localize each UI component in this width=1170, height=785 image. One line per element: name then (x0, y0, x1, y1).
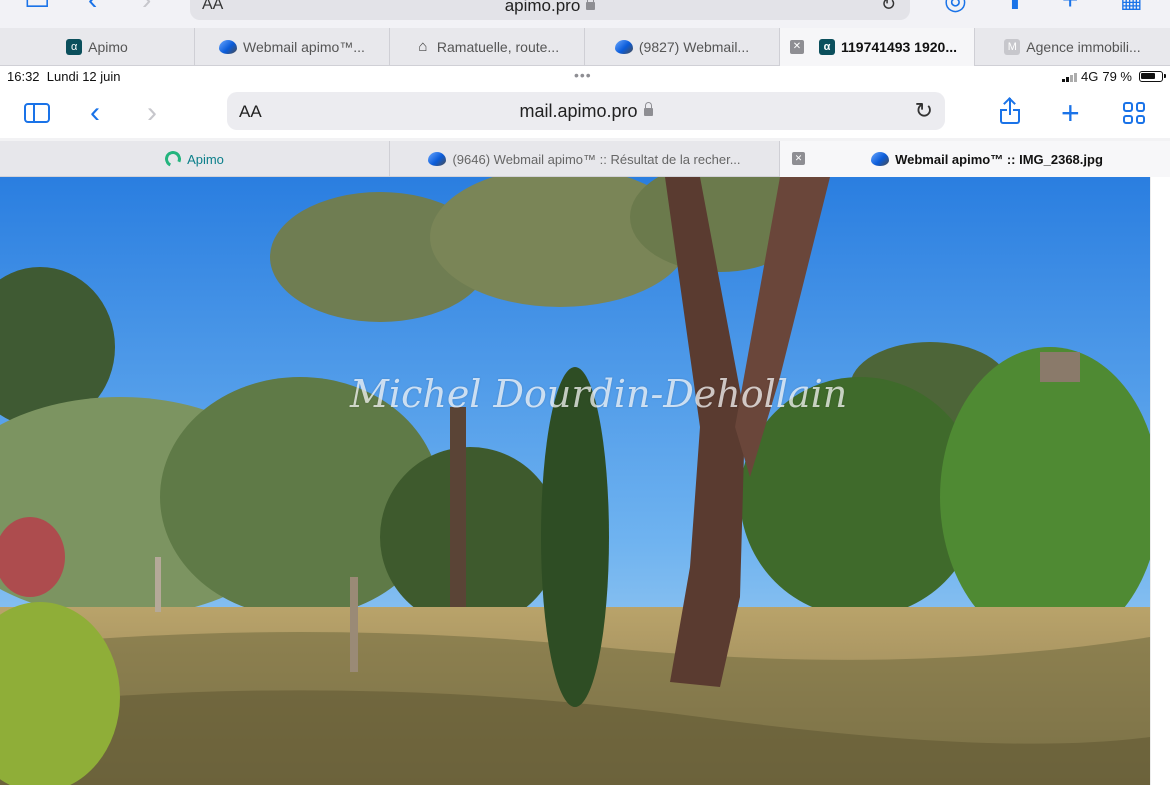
sidebar-toggle-icon[interactable]: ▭ (24, 0, 50, 14)
letter-m-favicon-icon: M (1004, 39, 1021, 55)
tab-apimo[interactable]: Apimo (0, 141, 390, 177)
photo-watermark: Michel Dourdin-Dehollain (350, 372, 848, 416)
top-tab-webmail-9827[interactable]: (9827) Webmail... (585, 28, 780, 66)
address-bar[interactable]: AA mail.apimo.pro ↻ (227, 92, 945, 130)
top-tab-apimo[interactable]: α Apimo (0, 28, 195, 66)
top-tab-label: Agence immobili... (1026, 39, 1141, 55)
reload-icon[interactable]: ↻ (915, 98, 933, 124)
tab-webmail-search[interactable]: (9646) Webmail apimo™ :: Résultat de la … (390, 141, 780, 177)
new-tab-icon[interactable]: + (1062, 0, 1078, 14)
new-tab-button[interactable]: + (1061, 95, 1080, 131)
sidebar-button[interactable] (24, 98, 50, 128)
webmail-favicon-icon (614, 40, 633, 54)
garden-photo: Michel Dourdin-Dehollain (0, 177, 1150, 785)
top-url-text: apimo.pro (190, 0, 910, 16)
house-favicon-icon: ⌂ (418, 38, 428, 55)
back-icon[interactable]: ‹ (88, 0, 97, 14)
share-button[interactable] (1000, 98, 1020, 128)
top-tab-label: Apimo (88, 39, 128, 55)
battery-label: 79 % (1102, 69, 1132, 84)
tabs-overview-button[interactable] (1123, 98, 1145, 128)
tab-label: (9646) Webmail apimo™ :: Résultat de la … (452, 151, 741, 167)
tabs-overview-icon[interactable]: ▦ (1120, 0, 1143, 14)
top-tab-ramatuelle[interactable]: ⌂ Ramatuelle, route... (390, 28, 585, 66)
share-icon (1000, 98, 1020, 124)
lock-icon (643, 102, 653, 116)
top-tab-active-image[interactable]: ✕ α 119741493 1920... (780, 28, 975, 66)
forward-icon[interactable]: › (142, 0, 151, 14)
top-tab-label: Webmail apimo™... (243, 39, 365, 55)
right-margin (1150, 177, 1170, 785)
top-tab-bar: α Apimo Webmail apimo™... ⌂ Ramatuelle, … (0, 28, 1170, 66)
tab-label: Webmail apimo™ :: IMG_2368.jpg (895, 151, 1103, 167)
lock-icon (586, 0, 596, 10)
status-right: 4G 79 % (1062, 69, 1166, 84)
sidebar-icon (24, 103, 50, 123)
close-tab-icon[interactable]: ✕ (790, 40, 804, 54)
top-toolbar-partial: ▭ ‹ › AA apimo.pro ↻ ◎ ⬆ + ▦ (0, 0, 1170, 28)
plus-icon: + (1061, 95, 1080, 131)
tab-bar: Apimo (9646) Webmail apimo™ :: Résultat … (0, 141, 1170, 177)
tabs-grid-icon (1123, 102, 1145, 124)
page-content: Michel Dourdin-Dehollain (0, 177, 1170, 785)
top-tab-label: (9827) Webmail... (638, 39, 750, 55)
top-tab-agence[interactable]: M Agence immobili... (975, 28, 1170, 66)
reload-icon[interactable]: ↻ (881, 0, 896, 15)
webmail-favicon-icon (219, 40, 238, 54)
apimo-logo-icon (162, 148, 184, 170)
apimo-favicon-icon: α (818, 39, 835, 55)
tab-label: Apimo (187, 151, 224, 167)
close-tab-icon[interactable]: ✕ (792, 152, 805, 165)
share-icon[interactable]: ⬆ (1004, 0, 1026, 14)
top-tab-webmail[interactable]: Webmail apimo™... (195, 28, 390, 66)
garden-photo-drawing (0, 177, 1150, 785)
tab-webmail-image[interactable]: ✕ Webmail apimo™ :: IMG_2368.jpg (780, 141, 1170, 177)
status-bar: 16:32 Lundi 12 juin ••• 4G 79 % (0, 66, 1170, 88)
top-tab-label: Ramatuelle, route... (436, 39, 560, 55)
top-tab-label: 119741493 1920... (840, 39, 957, 55)
back-button[interactable]: ‹ (90, 98, 100, 128)
status-time: 16:32 Lundi 12 juin (7, 69, 121, 84)
multitasking-dots-icon[interactable]: ••• (574, 67, 592, 83)
webmail-favicon-icon (428, 152, 447, 166)
forward-button[interactable]: › (147, 98, 157, 128)
apimo-favicon-icon: α (66, 39, 83, 55)
network-label: 4G (1081, 69, 1099, 84)
top-address-bar[interactable]: AA apimo.pro ↻ (190, 0, 910, 20)
download-icon[interactable]: ◎ (944, 0, 967, 14)
chevron-right-icon: › (147, 96, 157, 129)
battery-icon (1139, 71, 1166, 82)
signal-icon (1062, 71, 1078, 82)
url-text: mail.apimo.pro (227, 101, 945, 122)
chevron-left-icon: ‹ (90, 96, 100, 129)
webmail-favicon-icon (871, 152, 890, 166)
